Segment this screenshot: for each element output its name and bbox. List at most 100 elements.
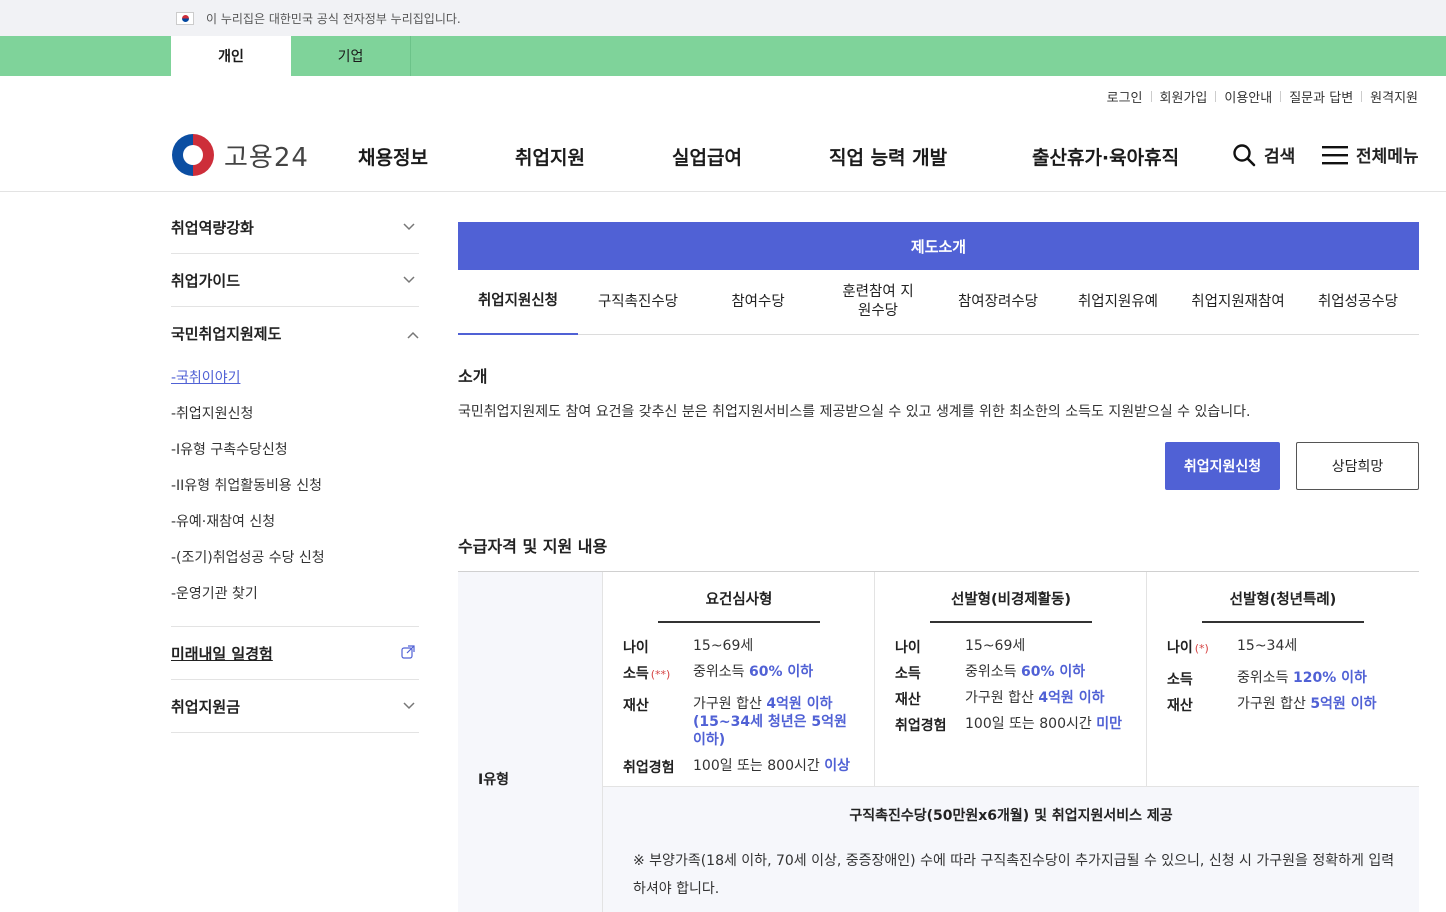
- asset-text: 가구원 합산: [693, 696, 767, 712]
- intro-text: 국민취업지원제도 참여 요건을 갖추신 분은 취업지원서비스를 제공받으실 수 …: [458, 404, 1251, 420]
- tab-success-allowance[interactable]: 취업성공수당: [1298, 270, 1418, 334]
- income-label-wrap: 소득 (**): [623, 663, 693, 683]
- experience-highlight: 이상: [824, 758, 850, 774]
- experience-row: 취업경험 100일 또는 800시간 미만: [895, 715, 1122, 735]
- remote-support-link[interactable]: 원격지원: [1370, 87, 1418, 106]
- age-row: 나이 15~69세: [623, 637, 753, 657]
- nav-parental-leave[interactable]: 출산휴가·육아휴직: [1032, 143, 1179, 170]
- sidebar-item-national-employment[interactable]: 국민취업지원제도: [171, 307, 419, 360]
- chevron-up-icon: [407, 325, 419, 343]
- sidebar-item-subsidy[interactable]: 취업지원금: [171, 680, 419, 733]
- income-row: 소득 (**) 중위소득 60% 이하: [623, 663, 813, 683]
- column-title: 선발형(청년특례): [1202, 588, 1364, 623]
- age-value: 15~34세: [1237, 638, 1298, 654]
- sidebar-item-label: 국민취업지원제도: [171, 325, 282, 343]
- age-value: 15~69세: [965, 638, 1026, 654]
- search-label: 검색: [1264, 147, 1296, 167]
- tab-apply[interactable]: 취업지원신청: [458, 270, 578, 335]
- sidebar: 취업역량강화 취업가이드 국민취업지원제도 -국취이야기 -취업지원신청 -I유…: [171, 201, 419, 733]
- sidebar-sub-find-agency[interactable]: -운영기관 찾기: [171, 576, 419, 612]
- asset-highlight: 5억원 이하: [1310, 696, 1377, 712]
- utility-links: 로그인 회원가입 이용안내 질문과 답변 원격지원: [0, 76, 1446, 116]
- dependents-note: ※ 부양가족(18세 이하, 70세 이상, 중증장애인) 수에 따라 구직촉진…: [633, 853, 1395, 897]
- all-menu-button[interactable]: 전체메뉴: [1322, 142, 1419, 167]
- hamburger-menu-icon: [1322, 145, 1348, 164]
- search-button[interactable]: 검색: [1232, 142, 1295, 167]
- asset-label: 재산: [1167, 698, 1193, 714]
- sidebar-sub-apply[interactable]: -취업지원신청: [171, 396, 419, 432]
- qna-link[interactable]: 질문과 답변: [1289, 87, 1353, 106]
- tab-deferment[interactable]: 취업지원유예: [1058, 270, 1178, 334]
- all-menu-label: 전체메뉴: [1356, 147, 1419, 167]
- tab-personal[interactable]: 개인: [171, 36, 291, 76]
- income-text: 중위소득: [693, 664, 749, 680]
- age-row: 나이 (*) 15~34세: [1167, 637, 1297, 657]
- content-tabs: 취업지원신청 구직촉진수당 참여수당 훈련참여 지원수당 참여장려수당 취업지원…: [458, 270, 1419, 335]
- age-label-wrap: 나이 (*): [1167, 637, 1237, 657]
- nav-employment-support[interactable]: 취업지원: [515, 143, 585, 170]
- sidebar-sub-story[interactable]: -국취이야기: [171, 360, 419, 396]
- eligibility-table: I유형 요건심사형 나이 15~69세 소득 (**) 중위소득 60% 이하 재…: [458, 571, 1419, 912]
- logo[interactable]: 고용24: [172, 134, 309, 176]
- income-row: 소득 중위소득 120% 이하: [1167, 669, 1367, 689]
- experience-text: 100일 또는 800시간: [965, 716, 1097, 732]
- sidebar-item-label: 취업가이드: [171, 271, 241, 290]
- tab-business[interactable]: 기업: [291, 36, 411, 76]
- apply-button[interactable]: 취업지원신청: [1165, 442, 1280, 490]
- income-value: 중위소득 60% 이하: [693, 663, 813, 683]
- tab-job-seeking-allowance[interactable]: 구직촉진수당: [578, 270, 698, 334]
- sidebar-sub-type2-expense[interactable]: -II유형 취업활동비용 신청: [171, 468, 419, 504]
- sidebar-item-work-experience[interactable]: 미래내일 일경험: [171, 627, 419, 680]
- income-label: 소득: [1167, 672, 1193, 688]
- row-header-label: I유형: [478, 772, 509, 788]
- experience-highlight: 미만: [1096, 716, 1122, 732]
- search-icon: [1233, 143, 1256, 166]
- age-footnote-mark: (*): [1194, 642, 1209, 655]
- eligibility-heading: 수급자격 및 지원 내용: [458, 537, 608, 556]
- main-content: 제도소개 취업지원신청 구직촉진수당 참여수당 훈련참여 지원수당 참여장려수당…: [458, 222, 1419, 557]
- nav-unemployment-benefit[interactable]: 실업급여: [672, 143, 742, 170]
- column-title: 선발형(비경제활동): [930, 588, 1092, 623]
- login-link[interactable]: 로그인: [1107, 87, 1143, 106]
- asset-highlight: 4억원 이하: [1038, 690, 1105, 706]
- tab-participation-allowance[interactable]: 참여수당: [698, 270, 818, 334]
- table-column-screening: 요건심사형 나이 15~69세 소득 (**) 중위소득 60% 이하 재산 가구…: [603, 572, 875, 787]
- chevron-down-icon: [403, 273, 415, 287]
- age-label: 나이: [895, 640, 921, 656]
- asset-value: 가구원 합산 4억원 이하 (15~34세 청년은 5억원 이하): [693, 695, 858, 749]
- sidebar-item-capability[interactable]: 취업역량강화: [171, 201, 419, 254]
- sidebar-item-guide[interactable]: 취업가이드: [171, 254, 419, 307]
- table-row-header: I유형: [458, 572, 603, 912]
- asset-highlight: 4억원 이하: [766, 696, 833, 712]
- asset-row: 재산 가구원 합산 4억원 이하: [895, 689, 1104, 709]
- asset-youth-note: (15~34세 청년은 5억원 이하): [693, 714, 847, 748]
- sidebar-group-national-employment: 국민취업지원제도 -국취이야기 -취업지원신청 -I유형 구촉수당신청 -II유…: [171, 307, 419, 627]
- income-highlight: 60% 이하: [1020, 664, 1086, 680]
- tab-training-allowance[interactable]: 훈련참여 지원수당: [818, 270, 938, 334]
- income-highlight: 120% 이하: [1292, 670, 1367, 686]
- guide-link[interactable]: 이용안내: [1224, 87, 1272, 106]
- sidebar-sub-success-allowance[interactable]: -(조기)취업성공 수당 신청: [171, 540, 419, 576]
- site-header: 고용24 채용정보 취업지원 실업급여 직업 능력 개발 출산휴가·육아휴직 검…: [0, 116, 1446, 192]
- sidebar-item-label: 취업지원금: [171, 697, 241, 716]
- age-label: 나이: [623, 640, 649, 656]
- column-title: 요건심사형: [658, 588, 820, 623]
- nav-jobs[interactable]: 채용정보: [358, 143, 428, 170]
- signup-link[interactable]: 회원가입: [1160, 87, 1208, 106]
- experience-row: 취업경험 100일 또는 800시간 이상: [623, 757, 850, 777]
- experience-label: 취업경험: [623, 760, 675, 776]
- gov-banner-text: 이 누리집은 대한민국 공식 전자정부 누리집입니다.: [206, 11, 461, 26]
- sidebar-sub-type1-allowance[interactable]: -I유형 구촉수당신청: [171, 432, 419, 468]
- asset-row: 재산 가구원 합산 4억원 이하 (15~34세 청년은 5억원 이하): [623, 695, 858, 749]
- income-value: 중위소득 120% 이하: [1237, 669, 1367, 689]
- sidebar-sub-defer-rejoin[interactable]: -유예·재참여 신청: [171, 504, 419, 540]
- experience-value: 100일 또는 800시간 이상: [693, 757, 850, 777]
- consult-button[interactable]: 상담희망: [1296, 442, 1419, 490]
- tab-rejoin[interactable]: 취업지원재참여: [1178, 270, 1298, 334]
- tab-encouragement-allowance[interactable]: 참여장려수당: [938, 270, 1058, 334]
- chevron-down-icon: [403, 220, 415, 234]
- nav-vocational-training[interactable]: 직업 능력 개발: [829, 143, 947, 170]
- asset-label: 재산: [623, 698, 649, 714]
- asset-value: 가구원 합산 5억원 이하: [1237, 695, 1376, 715]
- income-footnote-mark: (**): [650, 668, 671, 681]
